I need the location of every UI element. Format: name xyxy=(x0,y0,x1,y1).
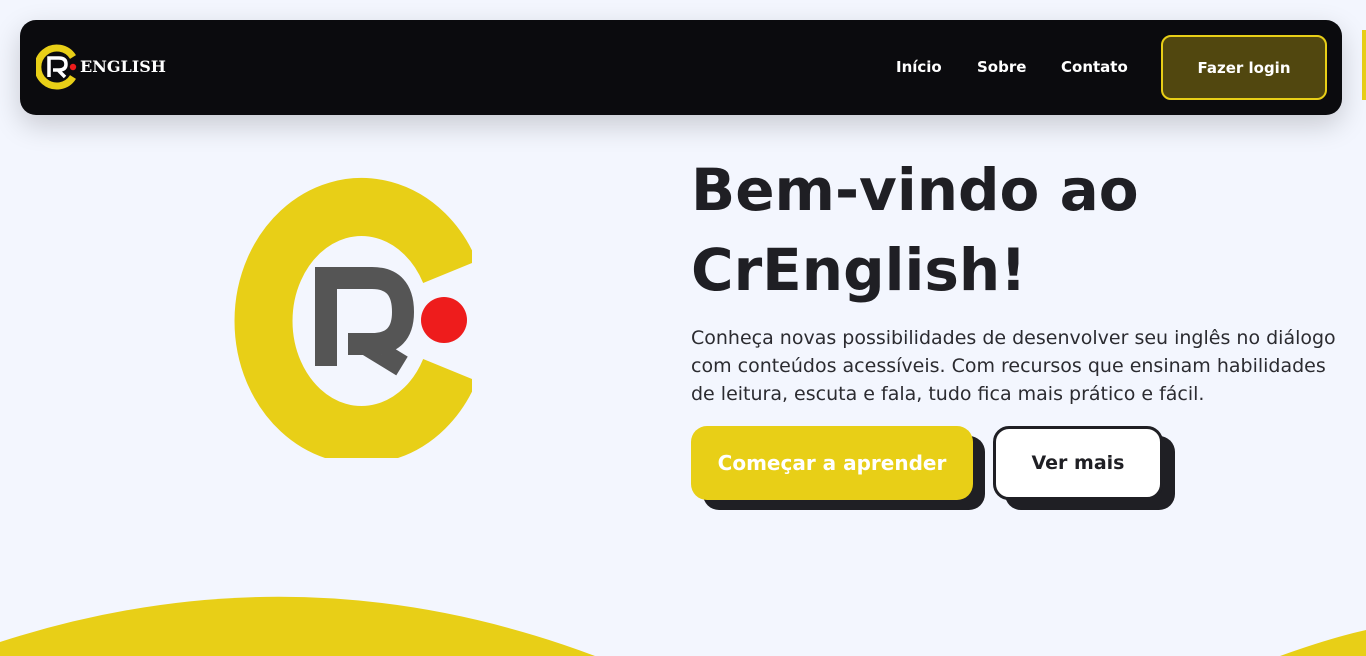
nav-link-contato[interactable]: Contato xyxy=(1061,58,1128,76)
hero-title-line2: CrEnglish! xyxy=(691,236,1027,304)
start-learning-button[interactable]: Começar a aprender xyxy=(691,426,973,500)
see-more-button-group: Ver mais xyxy=(993,426,1175,510)
right-edge-accent xyxy=(1362,30,1366,100)
nav-link-sobre[interactable]: Sobre xyxy=(977,58,1026,76)
see-more-button[interactable]: Ver mais xyxy=(993,426,1163,500)
start-learning-button-group: Começar a aprender xyxy=(691,426,985,510)
hero-title: Bem-vindo ao CrEnglish! xyxy=(691,150,1331,310)
brand-name: ENGLISH xyxy=(80,57,166,76)
brand-logo[interactable]: ENGLISH xyxy=(36,44,176,90)
hero-title-line1: Bem-vindo ao xyxy=(691,156,1139,224)
crenglish-logo-icon xyxy=(234,178,477,464)
top-navbar: ENGLISH Início Sobre Contato Fazer login xyxy=(20,20,1342,115)
bottom-wave xyxy=(0,596,1366,656)
nav-link-inicio[interactable]: Início xyxy=(896,58,942,76)
login-button[interactable]: Fazer login xyxy=(1161,35,1327,100)
hero-description: Conheça novas possibilidades de desenvol… xyxy=(691,327,1336,405)
hero-logo xyxy=(222,174,477,464)
cr-logo-icon xyxy=(36,44,77,90)
